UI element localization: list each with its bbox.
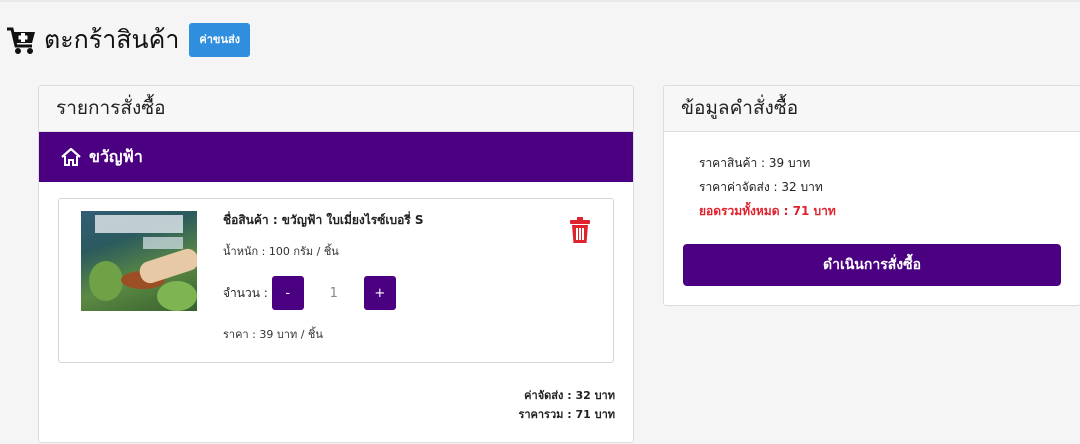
order-list-panel: รายการสั่งซื้อ ขวัญฟ้า ชื่อสินค้า : ขวัญ… (38, 85, 634, 443)
shipping-cost: ค่าจัดส่ง : 32 บาท (524, 389, 615, 402)
product-name: ชื่อสินค้า : ขวัญฟ้า ใบเมี่ยงไรซ์เบอรี่ … (223, 213, 424, 227)
quantity-label: จำนวน : (223, 285, 268, 300)
quantity-input[interactable] (303, 276, 364, 310)
page-title: ตะกร้าสินค้า (44, 25, 180, 54)
order-summary: ค่าจัดส่ง : 32 บาท ราคารวม : 71 บาท (518, 386, 615, 424)
decrease-quantity-button[interactable]: - (271, 276, 304, 310)
product-price-total: ราคาสินค้า : 39 บาท (699, 156, 811, 170)
shop-bar: ขวัญฟ้า (39, 132, 633, 182)
order-info-lines: ราคาสินค้า : 39 บาท ราคาค่าจัดส่ง : 32 บ… (699, 151, 836, 223)
product-image[interactable] (81, 211, 197, 311)
quantity-stepper: จำนวน : - + (223, 276, 396, 310)
order-total: ราคารวม : 71 บาท (518, 408, 615, 421)
order-info-heading: ข้อมูลคำสั่งซื้อ (664, 86, 1080, 132)
shipping-rates-button[interactable]: ค่าขนส่ง (189, 23, 251, 57)
increase-quantity-button[interactable]: + (363, 276, 396, 310)
home-icon (61, 147, 81, 167)
checkout-button[interactable]: ดำเนินการสั่งซื้อ (683, 244, 1061, 286)
page-header: ตะกร้าสินค้า ค่าขนส่ง (6, 22, 251, 58)
trash-icon[interactable] (569, 217, 591, 243)
cart-plus-icon (6, 24, 36, 56)
order-list-heading: รายการสั่งซื้อ (39, 86, 633, 132)
top-border (0, 0, 1080, 2)
product-weight: น้ำหนัก : 100 กรัม / ชิ้น (223, 245, 339, 258)
cart-item: ชื่อสินค้า : ขวัญฟ้า ใบเมี่ยงไรซ์เบอรี่ … (58, 198, 614, 363)
shipping-price-total: ราคาค่าจัดส่ง : 32 บาท (699, 180, 823, 194)
shop-name: ขวัญฟ้า (89, 146, 143, 166)
order-info-panel: ข้อมูลคำสั่งซื้อ ราคาสินค้า : 39 บาท ราค… (663, 85, 1080, 306)
product-price: ราคา : 39 บาท / ชิ้น (223, 328, 323, 341)
grand-total: ยอดรวมทั้งหมด : 71 บาท (699, 204, 836, 218)
